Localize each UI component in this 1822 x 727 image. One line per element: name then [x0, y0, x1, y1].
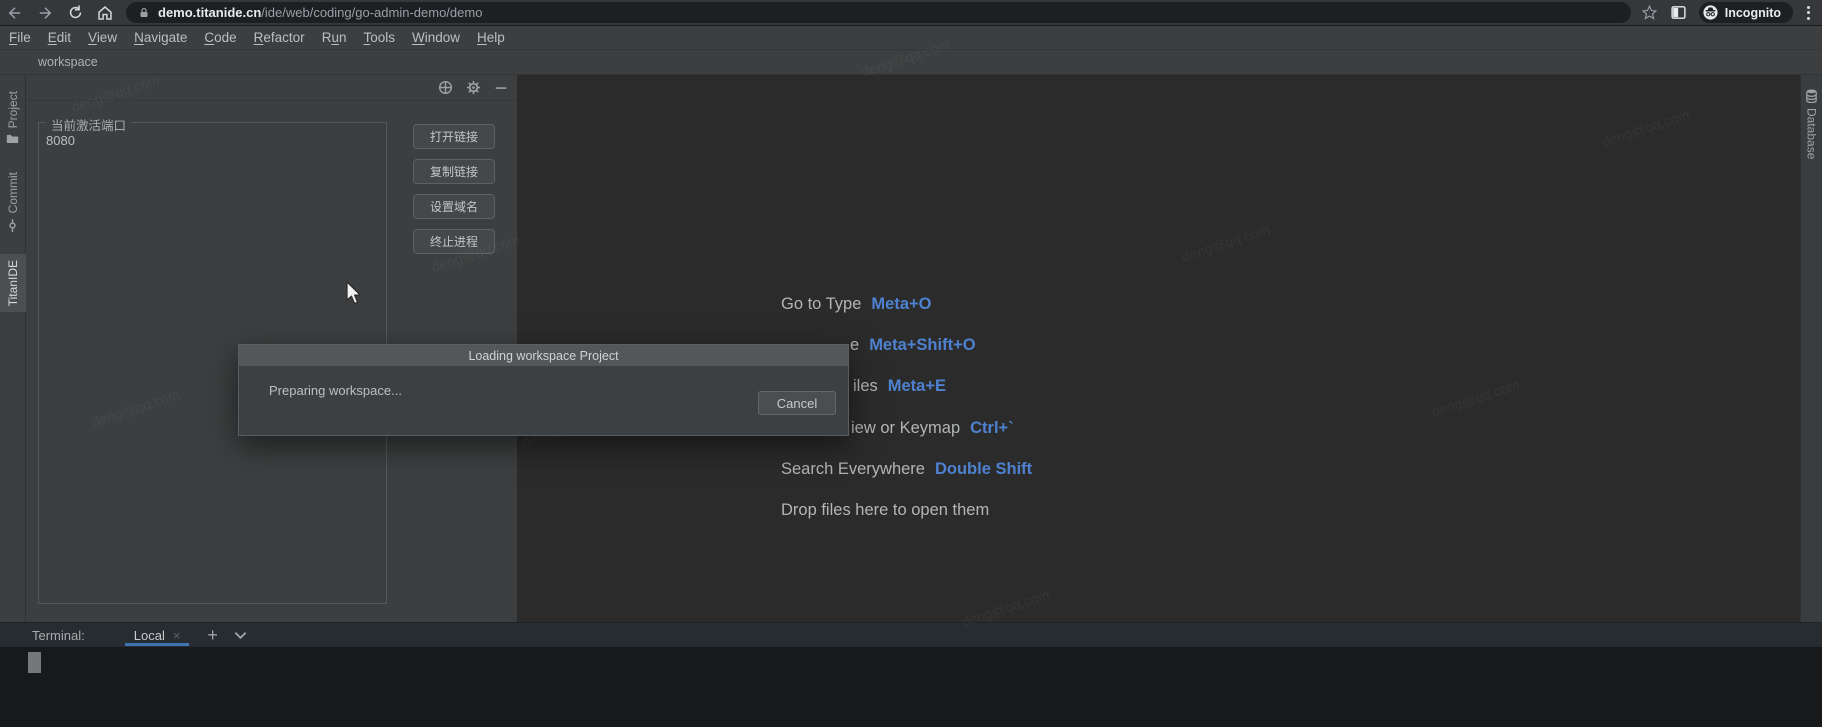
bookmark-star-icon[interactable] — [1641, 4, 1658, 21]
home-button[interactable] — [90, 0, 120, 26]
browser-menu-button[interactable] — [1805, 4, 1812, 22]
new-terminal-button[interactable]: + — [207, 626, 218, 644]
hint-drop-files: Drop files here to open them — [781, 501, 989, 520]
close-tab-icon[interactable]: × — [173, 628, 181, 643]
menu-navigate[interactable]: Navigate — [134, 30, 187, 45]
database-icon — [1805, 89, 1818, 103]
refresh-button[interactable] — [60, 0, 90, 26]
port-panel-header — [26, 75, 517, 101]
left-tool-stripe: Project Commit TitanIDE — [0, 75, 26, 622]
menu-run[interactable]: Run — [322, 30, 347, 45]
mouse-cursor — [345, 281, 364, 307]
side-panel-icon[interactable] — [1670, 4, 1687, 21]
terminal-tab-local[interactable]: Local × — [125, 623, 190, 647]
browser-actions: Incognito — [1641, 2, 1822, 23]
commit-label: Commit — [6, 172, 20, 213]
menu-refactor[interactable]: Refactor — [254, 30, 305, 45]
chevron-down-icon[interactable] — [234, 631, 247, 640]
active-port-value: 8080 — [46, 133, 75, 148]
menu-code[interactable]: Code — [204, 30, 236, 45]
browser-toolbar: demo.titanide.cn /ide/web/coding/go-admi… — [0, 0, 1822, 26]
hint-view-or-keymap: iew or KeymapCtrl+` — [851, 419, 1014, 438]
back-button[interactable] — [0, 0, 30, 26]
right-tool-stripe: Database — [1800, 75, 1822, 622]
loading-dialog: Loading workspace Project Preparing work… — [238, 344, 849, 436]
navigation-bar: workspace — [0, 50, 1822, 75]
sidebar-item-database[interactable]: Database — [1799, 83, 1822, 165]
forward-button[interactable] — [30, 0, 60, 26]
refresh-icon — [67, 4, 84, 21]
menu-tools[interactable]: Tools — [363, 30, 395, 45]
forward-icon — [36, 4, 54, 22]
gear-icon[interactable] — [466, 80, 481, 95]
incognito-badge: Incognito — [1699, 2, 1793, 23]
globe-icon[interactable] — [438, 80, 453, 95]
incognito-icon — [1702, 4, 1719, 21]
sidebar-item-commit[interactable]: Commit — [0, 166, 26, 237]
folder-icon — [6, 133, 19, 144]
port-actions: 打开链接 复制链接 设置域名 终止进程 — [413, 124, 495, 254]
lock-icon — [138, 6, 150, 20]
dialog-title: Loading workspace Project — [239, 345, 848, 366]
active-port-label: 当前激活端口 — [46, 115, 131, 134]
back-icon — [6, 4, 24, 22]
hint-recent-files: ilesMeta+E — [853, 377, 946, 396]
address-bar[interactable]: demo.titanide.cn /ide/web/coding/go-admi… — [126, 2, 1631, 23]
terminal-tab-bar: Terminal: Local × + — [0, 622, 1822, 647]
url-path: /ide/web/coding/go-admin-demo/demo — [261, 5, 482, 20]
set-domain-button[interactable]: 设置域名 — [413, 194, 495, 219]
terminal-content[interactable] — [0, 647, 1822, 727]
cancel-button[interactable]: Cancel — [758, 391, 836, 415]
menu-edit[interactable]: Edit — [48, 30, 71, 45]
titanide-label: TitanIDE — [6, 260, 20, 306]
ide-menu-bar: File Edit View Navigate Code Refactor Ru… — [0, 26, 1822, 50]
terminal-label: Terminal: — [32, 628, 85, 643]
kill-process-button[interactable]: 终止进程 — [413, 229, 495, 254]
menu-file[interactable]: File — [9, 30, 31, 45]
project-label: Project — [6, 91, 20, 128]
database-label: Database — [1805, 108, 1819, 159]
dialog-message: Preparing workspace... — [269, 383, 402, 398]
breadcrumb[interactable]: workspace — [38, 55, 98, 69]
hide-panel-minus-icon[interactable] — [494, 81, 508, 95]
hint-search-everywhere: Search EverywhereDouble Shift — [781, 460, 1032, 479]
url-host: demo.titanide.cn — [158, 5, 261, 20]
incognito-label: Incognito — [1725, 6, 1781, 20]
terminal-cursor — [28, 652, 41, 673]
hint-go-to-file: eMeta+Shift+O — [850, 336, 976, 355]
home-icon — [96, 4, 114, 22]
hint-go-to-type: Go to TypeMeta+O — [781, 295, 931, 314]
menu-view[interactable]: View — [88, 30, 117, 45]
open-link-button[interactable]: 打开链接 — [413, 124, 495, 149]
sidebar-item-project[interactable]: Project — [0, 85, 26, 150]
sidebar-item-titanide[interactable]: TitanIDE — [0, 254, 26, 312]
menu-window[interactable]: Window — [412, 30, 460, 45]
commit-icon — [6, 219, 19, 232]
copy-link-button[interactable]: 复制链接 — [413, 159, 495, 184]
menu-help[interactable]: Help — [477, 30, 505, 45]
app-root: demo.titanide.cn /ide/web/coding/go-admi… — [0, 0, 1822, 727]
